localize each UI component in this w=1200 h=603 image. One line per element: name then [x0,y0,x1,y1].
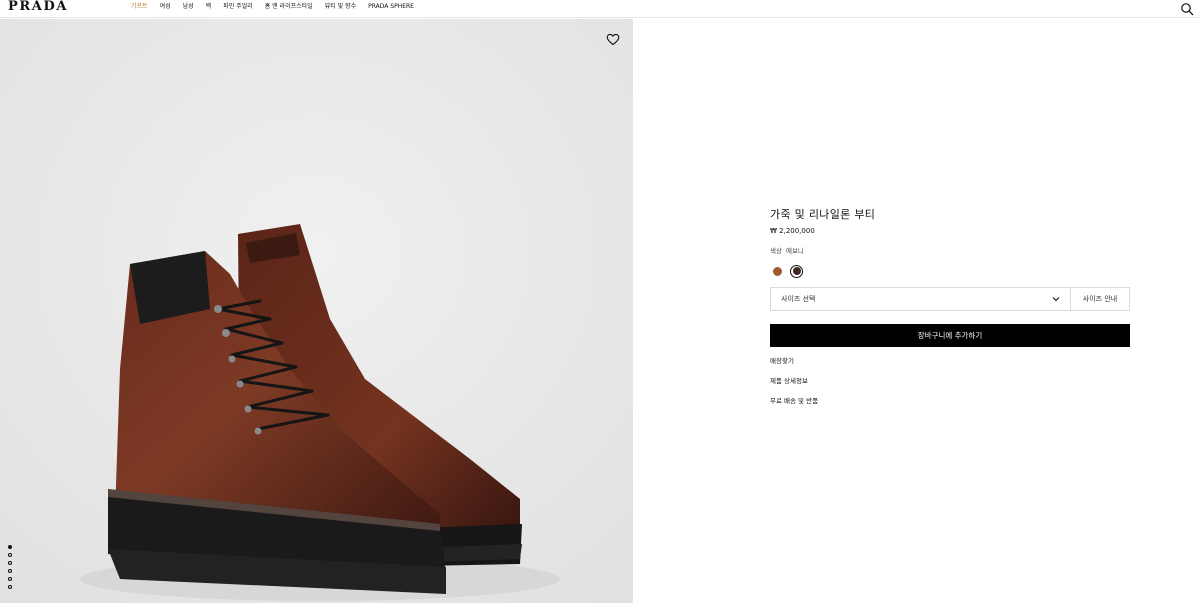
product-price: ₩ 2,200,000 [770,227,815,235]
color-swatches [770,264,1130,278]
product-gallery[interactable] [0,19,633,603]
nav-item-gifts[interactable]: 기프트 [131,3,148,11]
color-label-row: 색상 에보니 [770,247,1130,256]
nav-item-home-lifestyle[interactable]: 홈 앤 라이프스타일 [265,3,313,11]
size-select-label: 사이즈 선택 [781,295,816,303]
nav-item-beauty[interactable]: 뷰티 및 향수 [325,3,356,11]
gallery-dot[interactable] [8,585,12,589]
gallery-pagination [8,545,12,589]
color-swatch-ebony[interactable] [790,264,803,278]
color-swatch-brown[interactable] [773,266,782,276]
size-row: 사이즈 선택 사이즈 안내 [770,287,1130,311]
add-to-cart-button[interactable]: 장바구니에 추가하기 [770,324,1130,347]
store-finder-link[interactable]: 매장찾기 [770,357,1130,366]
gallery-dot[interactable] [8,545,12,549]
color-value: 에보니 [785,247,804,255]
shipping-returns-link[interactable]: 무료 배송 및 반품 [770,397,1130,406]
size-select[interactable]: 사이즈 선택 [770,287,1071,311]
prada-logo[interactable]: PRADA [8,0,68,14]
nav-item-fine-jewelry[interactable]: 파인 주얼리 [223,3,253,11]
product-title: 가죽 및 리나일론 부티 [770,208,876,221]
gallery-dot[interactable] [8,553,12,557]
chevron-down-icon [1052,297,1060,302]
product-info-panel: 가죽 및 리나일론 부티 ₩ 2,200,000 색상 에보니 사이즈 선택 사… [770,208,1130,406]
size-guide-button[interactable]: 사이즈 안내 [1071,287,1130,311]
top-header: PRADA 기프트 여성 남성 백 파인 주얼리 홈 앤 라이프스타일 뷰티 및… [0,0,1200,18]
nav-item-men[interactable]: 남성 [183,3,194,11]
main-nav: 기프트 여성 남성 백 파인 주얼리 홈 앤 라이프스타일 뷰티 및 향수 PR… [131,3,414,11]
heart-icon[interactable] [606,33,620,46]
product-image [0,19,633,603]
gallery-dot[interactable] [8,569,12,573]
nav-item-bags[interactable]: 백 [206,3,212,11]
nav-item-prada-sphere[interactable]: PRADA SPHERE [368,3,414,11]
product-links: 매장찾기 제품 상세정보 무료 배송 및 반품 [770,357,1130,406]
product-details-link[interactable]: 제품 상세정보 [770,377,1130,386]
gallery-dot[interactable] [8,577,12,581]
search-icon[interactable] [1180,2,1194,16]
gallery-dot[interactable] [8,561,12,565]
nav-item-women[interactable]: 여성 [160,3,171,11]
color-label: 색상 [770,247,782,255]
